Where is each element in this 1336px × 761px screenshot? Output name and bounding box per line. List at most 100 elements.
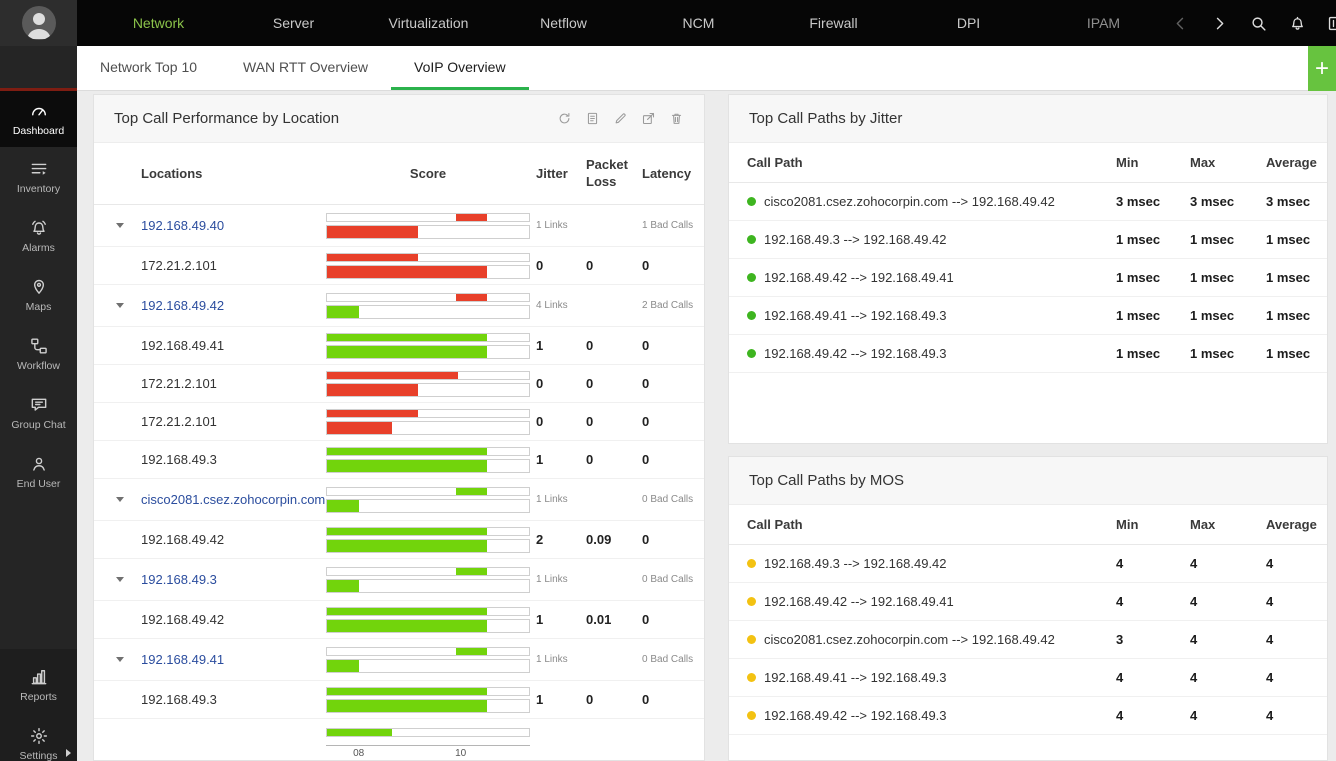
packet-loss-value: 0	[586, 692, 594, 707]
jitter-table-body: cisco2081.csez.zohocorpin.com --> 192.16…	[729, 183, 1327, 373]
nav-item-ncm[interactable]: NCM	[631, 0, 766, 46]
location-label: 192.168.49.3	[141, 692, 217, 707]
collapse-caret-icon[interactable]	[116, 497, 124, 502]
sidebar-bottom: Reports Settings	[0, 649, 77, 761]
sidebar-item-maps[interactable]: Maps	[0, 265, 77, 324]
table-row: 192.168.49.42 --> 192.168.49.3 1 msec 1 ms…	[729, 335, 1327, 373]
nav-scroll-right-icon[interactable]	[1210, 14, 1229, 33]
jitter-value: 0	[536, 414, 544, 429]
mos-panel: Top Call Paths by MOS Call Path Min Max …	[728, 456, 1328, 761]
column-header-packet-loss: Packet Loss	[586, 156, 628, 189]
table-row: 192.168.49.42 1 0.01 0	[94, 601, 704, 639]
alarms-icon	[29, 218, 49, 238]
refresh-icon[interactable]	[557, 111, 572, 126]
status-dot-yellow	[747, 559, 756, 568]
tab-network-top-10[interactable]: Network Top 10	[77, 46, 220, 90]
score-bullet-chart	[326, 408, 530, 435]
sidebar-item-workflow[interactable]: Workflow	[0, 324, 77, 383]
location-table-body: 192.168.49.40 1 Links 1 Bad Calls 172.21.2.…	[94, 205, 704, 745]
location-link[interactable]: 192.168.49.42	[141, 298, 224, 313]
sidebar-item-label: Dashboard	[12, 125, 65, 137]
latency-value: 0	[642, 532, 650, 547]
column-header-average: Average	[1266, 155, 1317, 170]
table-row: 192.168.49.3 1 0 0	[94, 441, 704, 479]
main-content: Top Call Performance by Location Locatio…	[77, 91, 1336, 761]
average-value: 1 msec	[1266, 270, 1311, 285]
latency-value: 0	[642, 414, 650, 429]
jitter-panel: Top Call Paths by Jitter Call Path Min M…	[728, 94, 1328, 444]
status-dot-yellow	[747, 635, 756, 644]
nav-item-netflow[interactable]: Netflow	[496, 0, 631, 46]
nav-item-network[interactable]: Network	[91, 0, 226, 46]
jitter-value: 0	[536, 258, 544, 273]
collapse-caret-icon[interactable]	[116, 303, 124, 308]
sidebar-main: Dashboard Inventory Alarms Maps Workflow Grou…	[0, 46, 77, 501]
status-dot-green	[747, 235, 756, 244]
table-row: cisco2081.csez.zohocorpin.com --> 192.16…	[729, 621, 1327, 659]
table-row: 192.168.49.42 2 0.09 0	[94, 521, 704, 559]
popout-icon[interactable]	[641, 111, 656, 126]
location-panel-header: Top Call Performance by Location	[94, 95, 704, 143]
call-path-label: 192.168.49.3 --> 192.168.49.42	[764, 232, 947, 247]
status-dot-yellow	[747, 597, 756, 606]
sidebar-item-group-chat[interactable]: Group Chat	[0, 383, 77, 442]
column-header-locations: Locations	[141, 166, 203, 181]
table-row: 192.168.49.41 --> 192.168.49.3 4 4 4	[729, 659, 1327, 697]
max-value: 1 msec	[1190, 308, 1235, 323]
location-link[interactable]: 192.168.49.40	[141, 218, 224, 233]
sidebar-item-label: Inventory	[16, 182, 61, 195]
location-label: 172.21.2.101	[141, 414, 217, 429]
call-path-label: 192.168.49.42 --> 192.168.49.41	[764, 594, 954, 609]
bad-calls-count: 2 Bad Calls	[642, 300, 694, 311]
table-row: cisco2081.csez.zohocorpin.com --> 192.16…	[729, 183, 1327, 221]
workflow-icon	[29, 336, 49, 356]
min-value: 4	[1116, 594, 1124, 609]
collapse-caret-icon[interactable]	[116, 577, 124, 582]
top-nav-items: Network Server Virtualization Netflow NCM Fir…	[91, 0, 1171, 46]
sidebar-item-reports[interactable]: Reports	[0, 655, 77, 714]
delete-icon[interactable]	[669, 111, 684, 126]
column-header-jitter: Jitter	[536, 166, 568, 181]
user-avatar[interactable]	[0, 0, 77, 46]
collapse-caret-icon[interactable]	[116, 657, 124, 662]
location-label: 172.21.2.101	[141, 376, 217, 391]
location-link[interactable]: cisco2081.csez.zohocorpin.com	[141, 492, 325, 507]
edit-icon[interactable]	[613, 111, 628, 126]
expand-arrow-icon	[66, 749, 71, 757]
sidebar-item-dashboard[interactable]: Dashboard	[0, 88, 77, 147]
location-link[interactable]: 192.168.49.3	[141, 572, 217, 587]
latency-value: 0	[642, 612, 650, 627]
packet-loss-value: 0.09	[586, 532, 612, 547]
sidebar-item-alarms[interactable]: Alarms	[0, 206, 77, 265]
status-dot-green	[747, 311, 756, 320]
nav-scroll-left-icon[interactable]	[1171, 14, 1190, 33]
table-row: 172.21.2.101 0 0 0	[94, 403, 704, 441]
nav-item-virtualization[interactable]: Virtualization	[361, 0, 496, 46]
sidebar-item-inventory[interactable]: Inventory	[0, 147, 77, 206]
notifications-icon[interactable]	[1288, 14, 1307, 33]
export-icon[interactable]	[585, 111, 600, 126]
sidebar-item-settings[interactable]: Settings	[0, 714, 77, 761]
sidebar-item-label: Reports	[20, 690, 57, 703]
latency-value: 0	[642, 258, 650, 273]
nav-item-dpi[interactable]: DPI	[901, 0, 1036, 46]
score-axis-line: 08 10	[326, 745, 530, 760]
nav-item-firewall[interactable]: Firewall	[766, 0, 901, 46]
column-header-latency: Latency	[642, 166, 692, 181]
tab-wan-rtt-overview[interactable]: WAN RTT Overview	[220, 46, 391, 90]
score-bullet-chart	[326, 646, 530, 673]
nav-item-server[interactable]: Server	[226, 0, 361, 46]
location-link[interactable]: 192.168.49.41	[141, 652, 224, 667]
sidebar-item-end-user[interactable]: End User	[0, 442, 77, 501]
table-row: 192.168.49.3 1 Links 0 Bad Calls	[94, 559, 704, 601]
collapse-caret-icon[interactable]	[116, 223, 124, 228]
search-icon[interactable]	[1249, 14, 1268, 33]
average-value: 1 msec	[1266, 346, 1311, 361]
apps-panel-icon[interactable]	[1327, 14, 1336, 33]
add-widget-button[interactable]: +	[1308, 46, 1336, 91]
nav-item-ipam[interactable]: IPAM	[1036, 0, 1171, 46]
links-count: 4 Links	[536, 300, 568, 311]
sidebar: Dashboard Inventory Alarms Maps Workflow Grou…	[0, 46, 77, 761]
tab-voip-overview[interactable]: VoIP Overview	[391, 46, 529, 90]
max-value: 4	[1190, 556, 1198, 571]
